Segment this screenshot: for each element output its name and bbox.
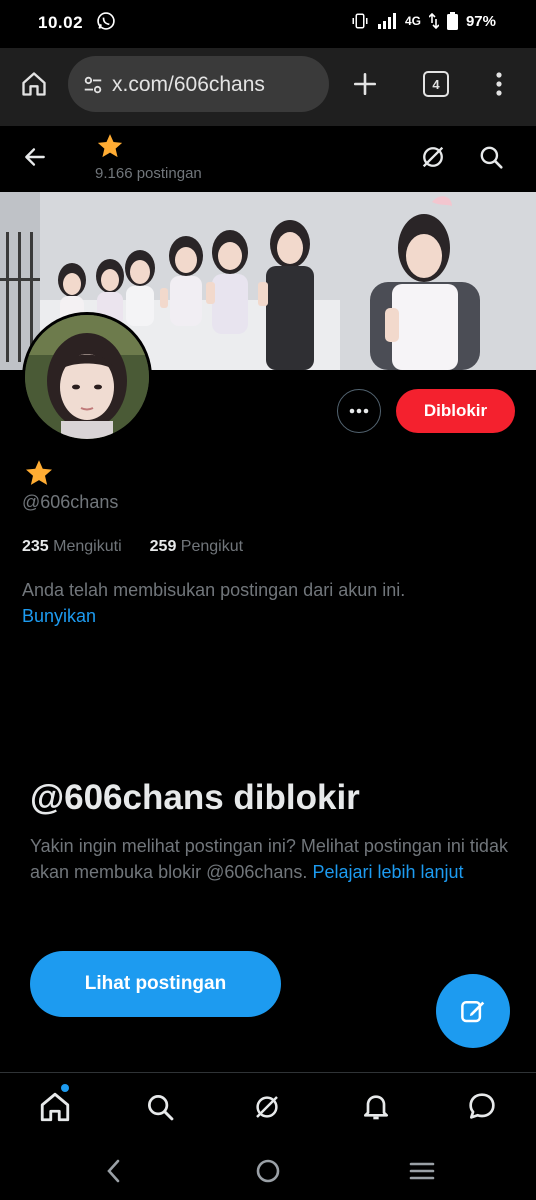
mute-notice: Anda telah membisukan postingan dari aku…	[22, 577, 502, 629]
profile-avatar[interactable]	[22, 312, 152, 442]
compose-pencil-icon	[461, 1001, 485, 1023]
following-stat[interactable]: 235 Mengikuti	[22, 538, 122, 556]
followers-stat[interactable]: 259 Pengikut	[150, 538, 243, 556]
more-dots-icon	[349, 408, 369, 414]
nav-notifications-icon[interactable]	[360, 1090, 392, 1122]
following-label: Mengikuti	[53, 538, 122, 555]
view-posts-button[interactable]: Lihat postingan	[30, 951, 281, 1017]
signal-icon	[377, 13, 397, 29]
status-right-cluster: 4G 97%	[351, 12, 496, 30]
profile-handle: @606chans	[22, 492, 119, 512]
home-notification-dot	[61, 1084, 69, 1092]
overflow-menu-icon[interactable]	[494, 70, 504, 98]
profile-header	[0, 126, 536, 192]
whatsapp-icon	[96, 11, 116, 31]
vibrate-icon	[351, 12, 369, 30]
more-options-button[interactable]	[337, 389, 381, 433]
network-type: 4G	[404, 14, 421, 28]
display-name-star-icon	[24, 458, 54, 488]
blocked-title: @606chans diblokir	[30, 778, 360, 817]
site-settings-icon[interactable]	[82, 74, 104, 96]
search-icon[interactable]	[478, 144, 504, 170]
tab-count: 4	[432, 76, 440, 92]
grok-icon[interactable]	[419, 143, 447, 171]
blocked-button[interactable]: Diblokir	[396, 389, 515, 433]
star-emoji-icon	[96, 132, 124, 160]
followers-label: Pengikut	[180, 538, 244, 555]
blocked-description: Yakin ingin melihat postingan ini? Melih…	[30, 833, 510, 885]
back-arrow-icon[interactable]	[22, 144, 48, 170]
unmute-link[interactable]: Bunyikan	[22, 606, 96, 626]
learn-more-link[interactable]: Pelajari lebih lanjut	[312, 862, 463, 882]
nav-search-icon[interactable]	[145, 1092, 175, 1122]
system-recents-icon[interactable]	[409, 1161, 435, 1181]
battery-level: 97%	[465, 12, 496, 30]
compose-post-button[interactable]	[436, 974, 510, 1048]
data-arrows-icon	[428, 13, 439, 29]
tab-switcher-icon[interactable]: 4	[423, 71, 449, 97]
status-time: 10.02	[38, 13, 84, 32]
home-icon[interactable]	[20, 70, 48, 98]
nav-grok-icon[interactable]	[252, 1092, 282, 1122]
nav-messages-icon[interactable]	[466, 1090, 498, 1122]
post-count: 9.166 postingan	[95, 165, 202, 182]
battery-icon	[446, 12, 458, 30]
follow-stats: 235 Mengikuti 259 Pengikut	[22, 538, 243, 556]
following-count: 235	[22, 538, 49, 555]
followers-count: 259	[149, 538, 177, 555]
url-text[interactable]: x.com/606chans	[112, 73, 265, 97]
nav-home-icon[interactable]	[38, 1090, 72, 1124]
new-tab-plus-icon[interactable]	[352, 71, 378, 97]
system-back-icon[interactable]	[104, 1158, 124, 1184]
mute-notice-text: Anda telah membisukan postingan dari aku…	[22, 580, 406, 600]
system-home-icon[interactable]	[256, 1159, 280, 1183]
